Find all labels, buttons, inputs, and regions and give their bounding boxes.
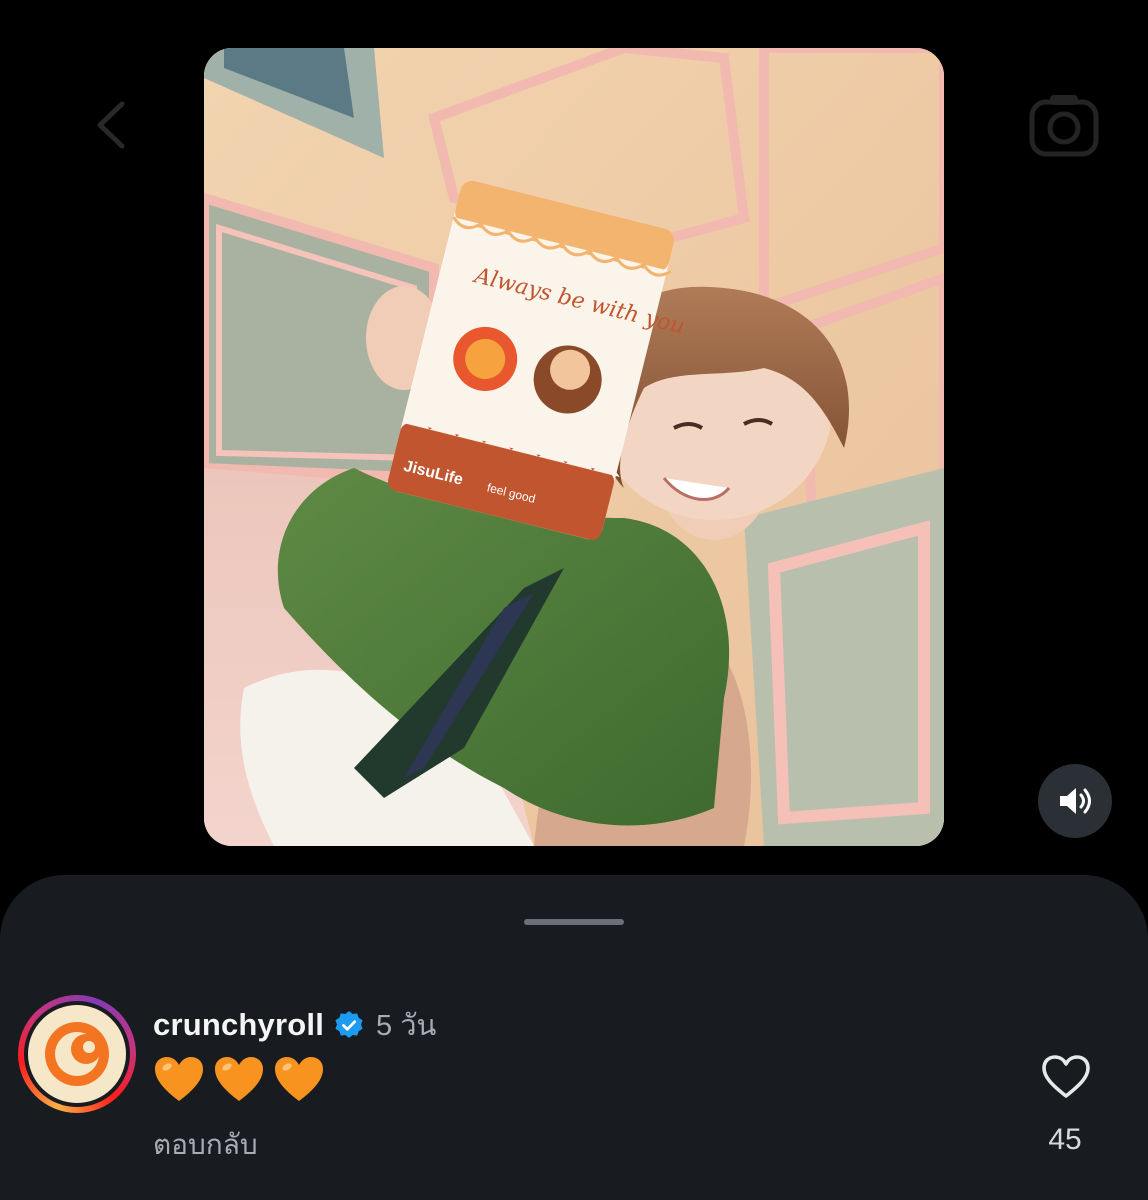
camera-icon[interactable]: [1028, 92, 1100, 158]
avatar-story-ring[interactable]: [18, 995, 136, 1113]
comment-time: 5 วัน: [376, 1010, 437, 1042]
comment-header: crunchyroll 5 วัน: [153, 1003, 436, 1047]
like-count: 45: [1048, 1123, 1082, 1156]
comment-username[interactable]: crunchyroll: [153, 1007, 324, 1043]
comments-sheet: crunchyroll 5 วัน ตอบกลับ 45: [0, 875, 1148, 1200]
orange-heart-icon: [215, 1057, 263, 1101]
orange-heart-icon: [275, 1057, 323, 1101]
story-photo[interactable]: Always be with you JisuLife feel good: [204, 48, 944, 846]
verified-badge-icon: [335, 1011, 363, 1038]
drag-handle[interactable]: [524, 919, 624, 925]
speaker-icon: [1060, 788, 1091, 814]
chevron-left-icon[interactable]: [92, 100, 132, 150]
heart-icon[interactable]: [1040, 1053, 1092, 1101]
sound-toggle-button[interactable]: [1038, 764, 1112, 838]
avatar[interactable]: [28, 1005, 126, 1103]
crunchyroll-logo-icon: [45, 1022, 109, 1086]
orange-heart-icon: [155, 1057, 203, 1101]
reply-button[interactable]: ตอบกลับ: [153, 1123, 258, 1167]
story-viewer: Always be with you JisuLife feel good cr…: [0, 0, 1148, 1200]
photo-illustration: Always be with you JisuLife feel good: [204, 48, 944, 846]
comment-text: [153, 1055, 325, 1103]
